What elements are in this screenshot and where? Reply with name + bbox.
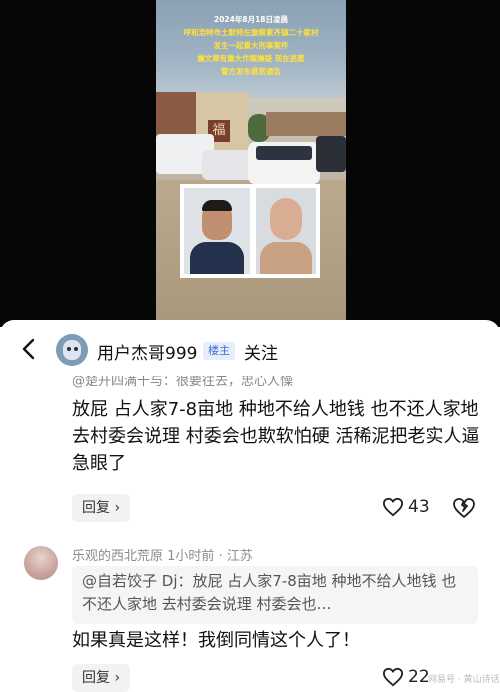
comment-panel: 用户杰哥999 楼主 关注 @楚开四满十与：很要往去，忠心人懆 放屁 占人家7-…	[0, 320, 500, 692]
partial-quote-text: @楚开四满十与：很要往去，忠心人懆	[72, 376, 294, 388]
video-caption-date: 2024年8月18日凌晨	[213, 15, 289, 24]
heart-icon	[382, 497, 404, 516]
avatar[interactable]	[56, 334, 88, 366]
quoted-comment[interactable]: @自若饺子 Dj：放屁 占人家7-8亩地 种地不给人地钱 也不还人家地 去村委会…	[72, 566, 478, 624]
building-roof	[266, 112, 346, 136]
video-player[interactable]: 福 2024年8月18日凌晨 呼和浩特市土默特左旗察素齐镇二十家村 发生一起重大…	[0, 0, 500, 327]
reply-meta: 乐观的西北荒原 1小时前 · 江苏	[72, 549, 253, 564]
like-button[interactable]: 22	[382, 666, 430, 690]
like-button[interactable]: 43	[382, 496, 430, 520]
suspect-photos	[180, 184, 320, 278]
watermark: 网易号 · 黄山诗话	[428, 675, 500, 685]
video-caption: 呼和浩特市土默特左旗察素齐镇二十家村	[183, 28, 319, 37]
reply-button[interactable]: 回复 ›	[72, 494, 131, 522]
windshield	[256, 146, 312, 160]
op-badge: 楼主	[203, 342, 235, 360]
reply-text: 如果真是这样！我倒同情这个人了！	[72, 630, 360, 651]
like-count: 22	[408, 666, 430, 687]
dark-car	[316, 136, 346, 172]
main-comment-text: 放屁 占人家7-8亩地 种地不给人地钱 也不还人家地 去村委会说理 村委会也欺软…	[72, 399, 480, 474]
suspect-photo-2	[256, 188, 316, 274]
dislike-icon[interactable]	[452, 496, 476, 520]
reply-author[interactable]: 乐观的西北荒原	[72, 549, 163, 564]
video-frame: 福 2024年8月18日凌晨 呼和浩特市土默特左旗察素齐镇二十家村 发生一起重大…	[156, 0, 346, 327]
suspect-photo-1	[184, 188, 250, 274]
chevron-left-icon[interactable]	[16, 336, 42, 362]
author-name[interactable]: 用户杰哥999	[97, 339, 197, 364]
thread-header: 用户杰哥999 楼主 关注	[0, 320, 500, 380]
video-caption: 警方发布悬赏通告	[221, 67, 281, 76]
video-caption: 嫌文章有重大作案嫌疑 现在逃匿	[197, 54, 305, 63]
follow-button[interactable]: 关注	[244, 339, 278, 364]
like-count: 43	[408, 496, 430, 517]
video-caption: 发生一起重大刑事案件	[213, 41, 289, 50]
police-car	[202, 150, 254, 180]
reply-button[interactable]: 回复 ›	[72, 664, 131, 692]
avatar[interactable]	[24, 546, 58, 580]
heart-icon	[382, 667, 404, 686]
